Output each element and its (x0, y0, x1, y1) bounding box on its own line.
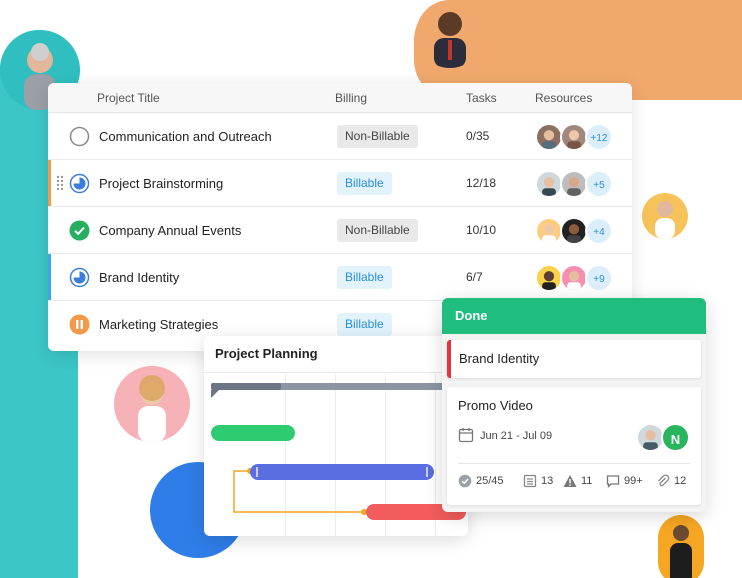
avatar (560, 123, 588, 151)
assignee-initial-avatar: N (661, 423, 690, 452)
table-row[interactable]: Brand Identity Billable 6/7 +9 (48, 254, 632, 301)
list-icon (523, 474, 537, 488)
grid-line (335, 374, 336, 536)
project-title[interactable]: Marketing Strategies (99, 317, 218, 332)
project-title[interactable]: Project Brainstorming (99, 176, 223, 191)
board-column-done: Done Brand Identity Promo Video Jun 21 -… (442, 298, 706, 512)
gantt-header-divider (204, 372, 468, 373)
drag-handle-icon[interactable] (56, 175, 64, 191)
gantt-summary-bar[interactable] (211, 383, 447, 390)
table-row[interactable]: Communication and Outreach Non-Billable … (48, 113, 632, 160)
column-title: Done (442, 298, 706, 334)
table-header: Project Title Billing Tasks Resources (48, 83, 632, 113)
attachments-count: 12 (674, 475, 687, 487)
task-count: 6/7 (466, 270, 483, 284)
grid-line (285, 374, 286, 536)
column-header-billing[interactable]: Billing (335, 91, 367, 105)
project-title[interactable]: Company Annual Events (99, 223, 241, 238)
avatar (642, 193, 688, 239)
more-resources-badge[interactable]: +5 (585, 170, 613, 198)
not-started-status-icon[interactable] (69, 126, 90, 147)
task-card[interactable]: Brand Identity (447, 340, 701, 378)
issues-count: 11 (581, 475, 593, 487)
calendar-icon (458, 428, 474, 443)
completed-check-icon[interactable] (69, 220, 90, 241)
task-count: 0/35 (466, 129, 490, 143)
lists-count: 13 (541, 475, 554, 487)
task-card[interactable]: Promo Video Jun 21 - Jul 09 N 25/45 13 1… (447, 387, 701, 505)
resize-handle-icon[interactable] (426, 467, 428, 477)
task-count: 12/18 (466, 176, 497, 190)
column-header-project-title[interactable]: Project Title (97, 91, 160, 105)
project-title[interactable]: Communication and Outreach (99, 129, 272, 144)
billing-badge[interactable]: Billable (337, 172, 392, 195)
billing-badge[interactable]: Billable (337, 266, 392, 289)
gantt-task-bar[interactable] (250, 464, 434, 480)
avatar (535, 170, 563, 198)
more-resources-badge[interactable]: +12 (585, 123, 613, 151)
summary-marker-icon (211, 390, 219, 398)
task-date-range: Jun 21 - Jul 09 (480, 430, 553, 442)
avatar (560, 217, 588, 245)
in-progress-status-icon[interactable] (69, 267, 90, 288)
comments-count: 99+ (624, 475, 643, 487)
row-indicator (48, 254, 51, 300)
avatar (560, 170, 588, 198)
warning-icon (563, 475, 577, 487)
avatar (535, 123, 563, 151)
paperclip-icon (658, 474, 670, 487)
table-row[interactable]: Project Brainstorming Billable 12/18 +5 (48, 160, 632, 207)
column-header-tasks[interactable]: Tasks (466, 91, 497, 105)
billing-badge[interactable]: Non-Billable (337, 219, 418, 242)
column-header-resources[interactable]: Resources (535, 91, 592, 105)
task-card-title[interactable]: Brand Identity (459, 351, 539, 366)
paused-status-icon[interactable] (69, 314, 90, 335)
billing-badge[interactable]: Non-Billable (337, 125, 418, 148)
task-count: 10/10 (466, 223, 497, 237)
avatar (114, 366, 190, 442)
gantt-title: Project Planning (215, 346, 318, 361)
billing-badge[interactable]: Billable (337, 313, 392, 336)
task-card-title[interactable]: Promo Video (458, 398, 533, 413)
avatar (658, 515, 704, 578)
priority-indicator (447, 340, 451, 378)
check-circle-icon (458, 474, 472, 488)
card-divider (458, 463, 690, 464)
avatar (560, 264, 588, 292)
table-row[interactable]: Company Annual Events Non-Billable 10/10… (48, 207, 632, 254)
project-title[interactable]: Brand Identity (99, 270, 179, 285)
avatar (535, 217, 563, 245)
avatar (535, 264, 563, 292)
in-progress-status-icon[interactable] (69, 173, 90, 194)
comment-icon (606, 475, 620, 488)
gantt-chart-card: Project Planning (204, 336, 468, 536)
row-indicator (48, 160, 51, 206)
gantt-task-bar[interactable] (211, 425, 295, 441)
avatar (416, 0, 484, 68)
subtasks-count: 25/45 (476, 475, 504, 487)
more-resources-badge[interactable]: +9 (585, 264, 613, 292)
resize-handle-icon[interactable] (256, 467, 258, 477)
more-resources-badge[interactable]: +4 (585, 217, 613, 245)
